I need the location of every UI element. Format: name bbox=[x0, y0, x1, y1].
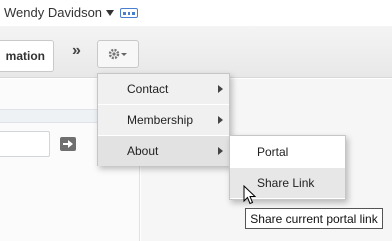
submenu-item-label: Portal bbox=[257, 145, 289, 159]
search-field[interactable] bbox=[0, 131, 50, 157]
information-tab[interactable]: mation bbox=[0, 40, 54, 72]
submenu-item-portal[interactable]: Portal bbox=[230, 137, 345, 167]
grid-icon[interactable] bbox=[120, 8, 138, 18]
submenu-item-label: Share Link bbox=[257, 176, 315, 190]
menu-item-about[interactable]: About bbox=[98, 136, 229, 166]
menu-item-label: Membership bbox=[127, 113, 194, 127]
menu-item-label: About bbox=[127, 144, 159, 158]
settings-menu: Contact Membership About bbox=[97, 73, 230, 166]
more-button[interactable]: » bbox=[72, 42, 81, 60]
arrow-right-icon bbox=[63, 140, 73, 148]
caret-down-icon bbox=[106, 9, 115, 16]
chevron-right-icon bbox=[218, 147, 223, 155]
settings-button[interactable] bbox=[97, 40, 139, 68]
menu-item-membership[interactable]: Membership bbox=[98, 105, 229, 135]
user-bar: Wendy Davidson bbox=[0, 0, 392, 26]
toolbar: mation » bbox=[0, 26, 392, 78]
menu-item-label: Contact bbox=[127, 82, 169, 96]
gear-icon bbox=[108, 48, 127, 60]
chevron-right-icon bbox=[218, 116, 223, 124]
menu-item-contact[interactable]: Contact bbox=[98, 74, 229, 104]
information-tab-label: mation bbox=[5, 49, 45, 63]
go-button[interactable] bbox=[60, 137, 76, 151]
chevron-right-icon bbox=[218, 85, 223, 93]
mouse-pointer-icon bbox=[243, 185, 257, 205]
user-name-label: Wendy Davidson bbox=[4, 5, 103, 20]
user-menu-button[interactable]: Wendy Davidson bbox=[4, 5, 115, 20]
tooltip: Share current portal link bbox=[245, 208, 383, 229]
